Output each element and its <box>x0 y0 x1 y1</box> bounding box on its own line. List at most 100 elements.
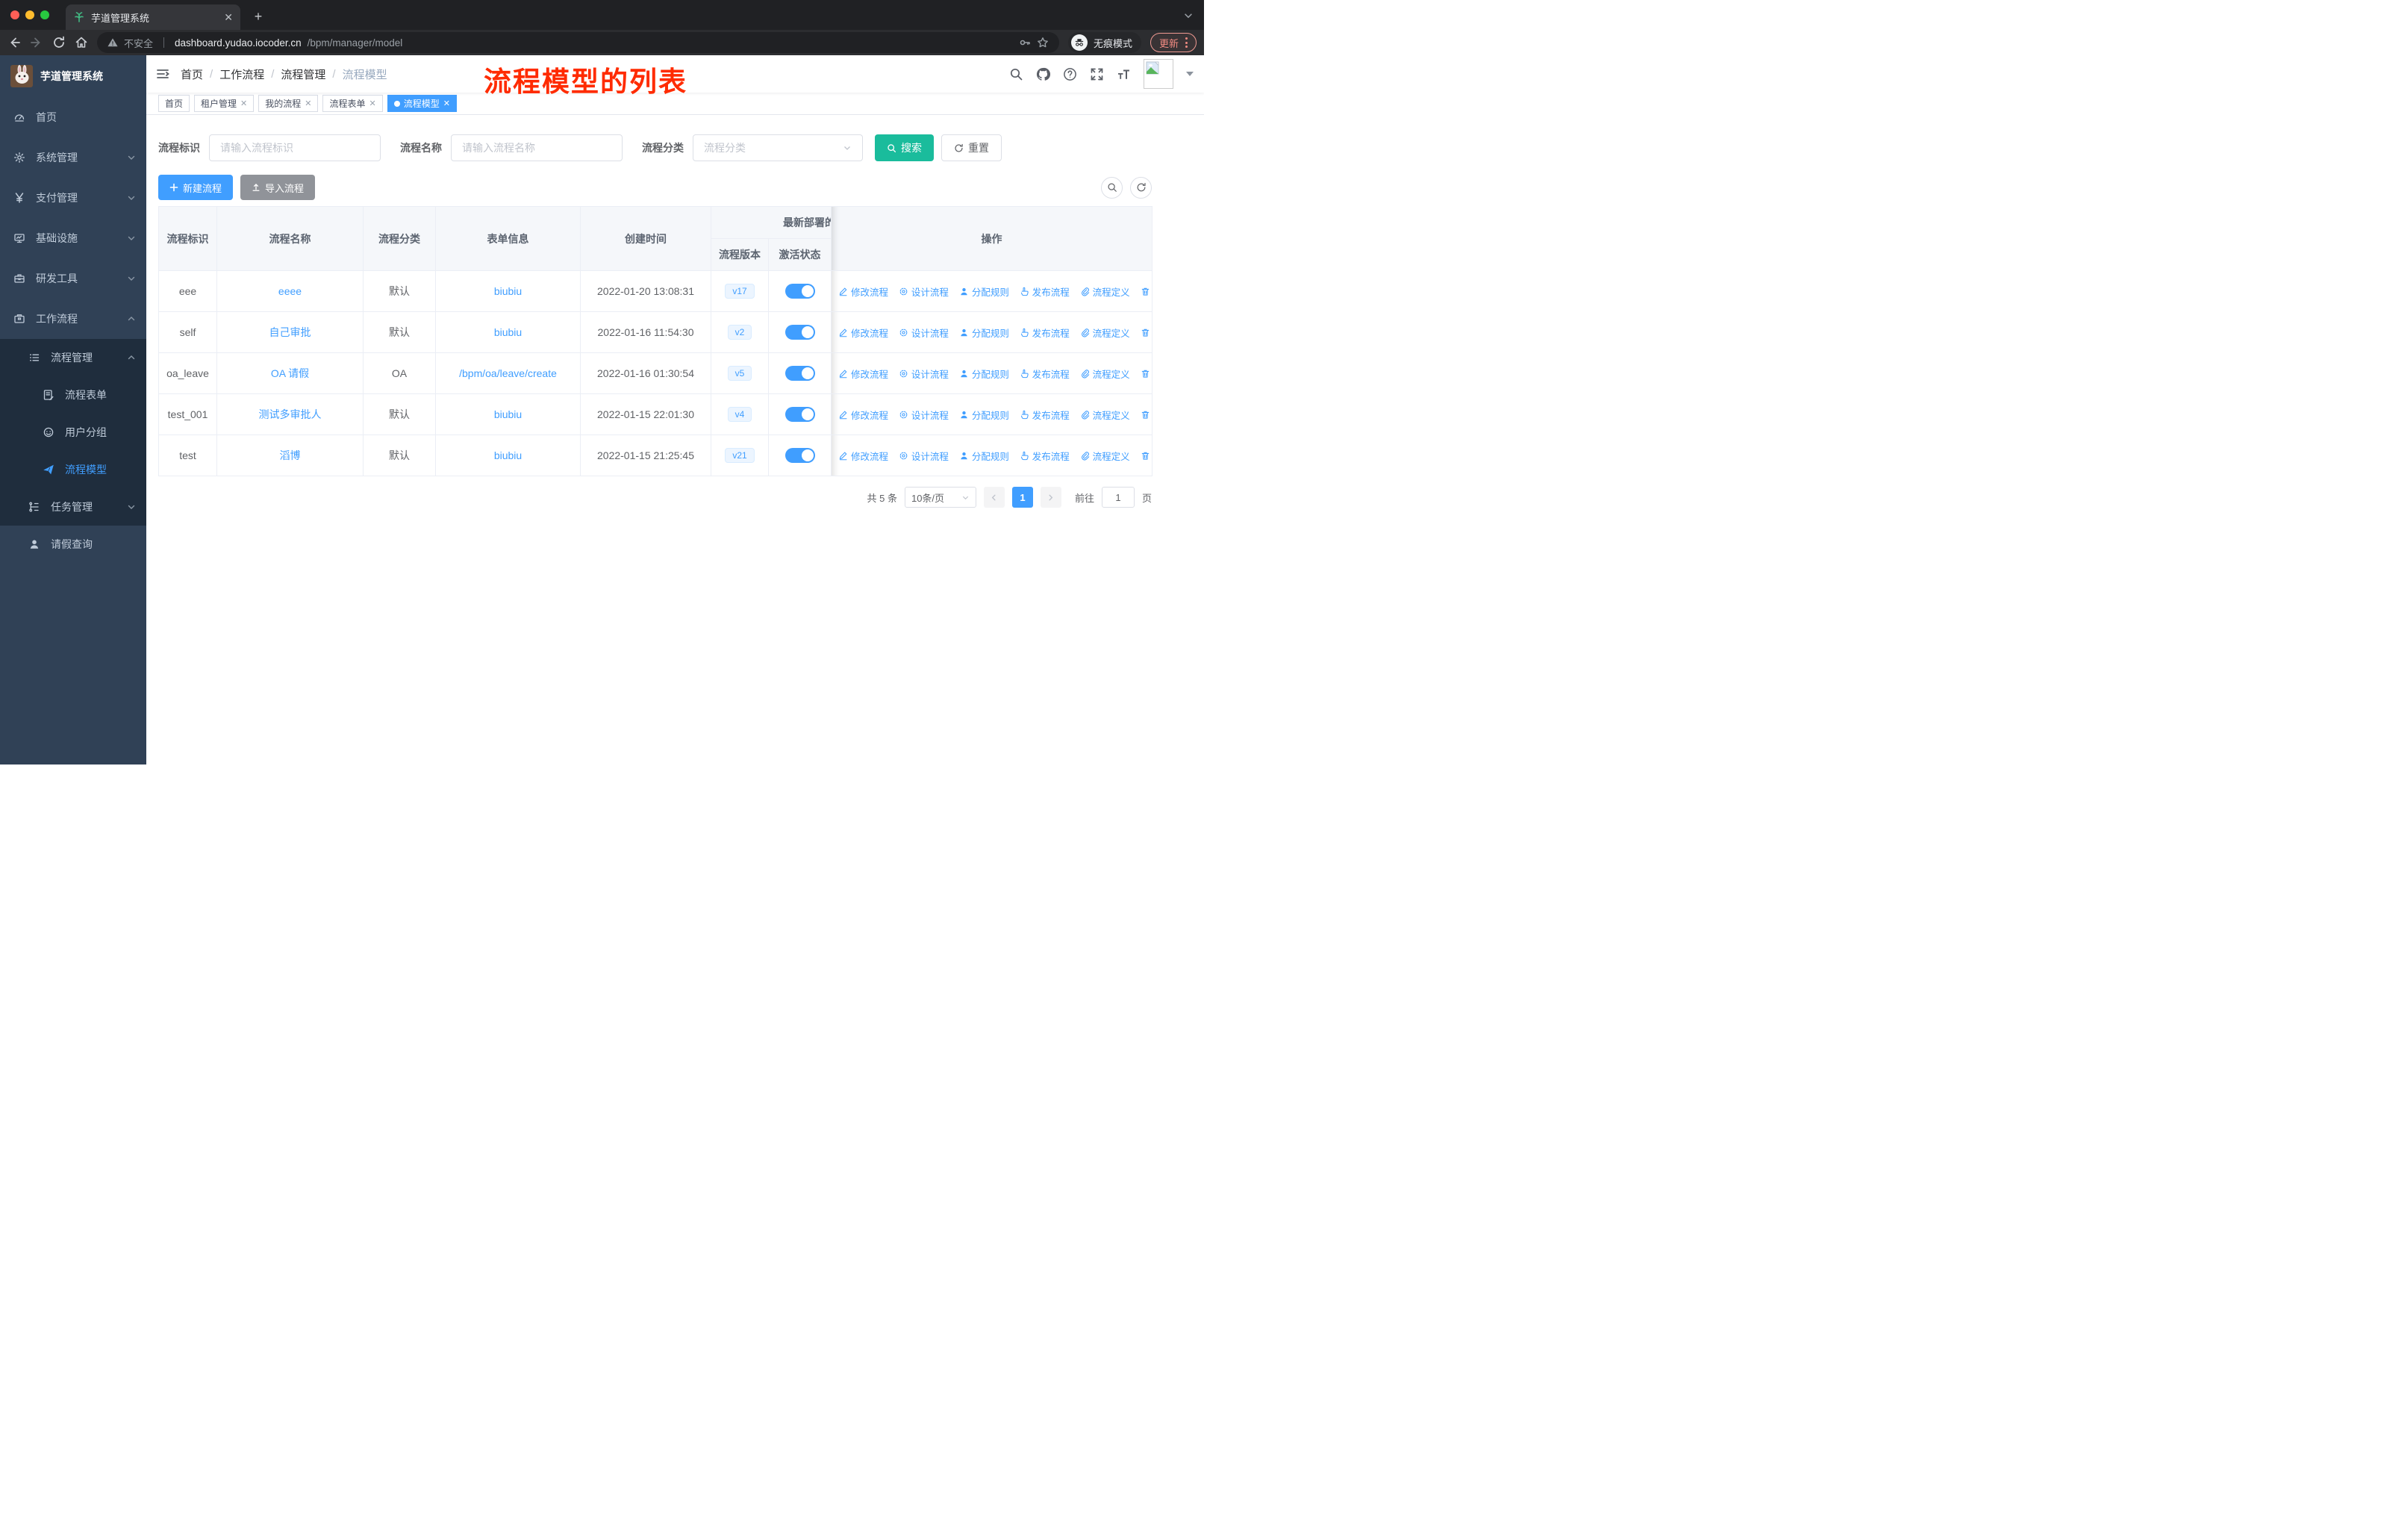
search-button[interactable]: 搜索 <box>875 134 934 161</box>
search-icon[interactable] <box>1009 67 1023 81</box>
address-bar[interactable]: 不安全 dashboard.yudao.iocoder.cn/bpm/manag… <box>97 32 1059 53</box>
avatar-caret-icon[interactable] <box>1186 72 1194 76</box>
tag-tenant[interactable]: 租户管理 ✕ <box>194 95 255 112</box>
page-size-select[interactable]: 10条/页 <box>904 487 976 508</box>
font-size-icon[interactable] <box>1117 67 1131 81</box>
zoom-window-button[interactable] <box>40 10 49 19</box>
tag-close-icon[interactable]: ✕ <box>305 99 311 108</box>
home-icon[interactable] <box>75 36 88 49</box>
delete-link[interactable]: 删除 <box>1141 284 1152 299</box>
browser-menu-icon[interactable] <box>1185 37 1188 48</box>
sidebar-item-task-mgmt[interactable]: 任务管理 <box>0 488 146 526</box>
bookmark-star-icon[interactable] <box>1037 37 1049 49</box>
assign-rule-link[interactable]: 分配规则 <box>959 367 1009 381</box>
fullscreen-icon[interactable] <box>1090 67 1104 81</box>
modify-process-link[interactable]: 修改流程 <box>838 284 888 299</box>
modify-process-link[interactable]: 修改流程 <box>838 326 888 340</box>
breadcrumb-process-mgmt[interactable]: 流程管理 <box>281 66 325 82</box>
assign-rule-link[interactable]: 分配规则 <box>959 284 1009 299</box>
modify-process-link[interactable]: 修改流程 <box>838 408 888 422</box>
filter-key-input[interactable] <box>209 134 381 161</box>
app-logo-row[interactable]: 芋道管理系统 <box>0 61 146 91</box>
next-page-button[interactable] <box>1040 487 1061 508</box>
process-name-link[interactable]: 自己审批 <box>269 326 311 338</box>
process-name-link[interactable]: 滔博 <box>280 449 301 461</box>
new-tab-button[interactable]: + <box>251 9 266 24</box>
modify-process-link[interactable]: 修改流程 <box>838 367 888 381</box>
sidebar-item-user-group[interactable]: 用户分组 <box>0 414 146 451</box>
reset-button[interactable]: 重置 <box>941 134 1002 161</box>
active-toggle[interactable] <box>785 284 815 299</box>
active-toggle[interactable] <box>785 366 815 381</box>
prev-page-button[interactable] <box>983 487 1005 508</box>
browser-tab[interactable]: 芋道管理系统 ✕ <box>66 4 240 30</box>
show-search-toggle-button[interactable] <box>1101 176 1123 199</box>
sidebar-item-process-form[interactable]: 流程表单 <box>0 376 146 414</box>
deploy-process-link[interactable]: 发布流程 <box>1020 367 1070 381</box>
active-toggle[interactable] <box>785 325 815 340</box>
design-process-link[interactable]: 设计流程 <box>899 326 949 340</box>
close-window-button[interactable] <box>10 10 19 19</box>
tag-process-form[interactable]: 流程表单 ✕ <box>322 95 383 112</box>
import-process-button[interactable]: 导入流程 <box>240 175 316 200</box>
process-definition-link[interactable]: 流程定义 <box>1080 284 1130 299</box>
form-info-link[interactable]: biubiu <box>494 408 522 420</box>
tag-close-icon[interactable]: ✕ <box>369 99 376 108</box>
design-process-link[interactable]: 设计流程 <box>899 449 949 463</box>
design-process-link[interactable]: 设计流程 <box>899 284 949 299</box>
tag-home[interactable]: 首页 <box>158 95 190 112</box>
forward-icon[interactable] <box>30 36 43 49</box>
form-info-link[interactable]: /bpm/oa/leave/create <box>459 367 557 379</box>
sidebar-item-process-mgmt[interactable]: 流程管理 <box>0 339 146 376</box>
tag-my-process[interactable]: 我的流程 ✕ <box>258 95 319 112</box>
refresh-table-button[interactable] <box>1130 176 1152 199</box>
process-name-link[interactable]: OA 请假 <box>271 367 309 379</box>
deploy-process-link[interactable]: 发布流程 <box>1020 449 1070 463</box>
breadcrumb-home[interactable]: 首页 <box>181 66 203 82</box>
form-info-link[interactable]: biubiu <box>494 285 522 297</box>
tab-search-chevron-icon[interactable] <box>1183 10 1194 21</box>
avatar[interactable] <box>1144 59 1173 89</box>
tag-close-icon[interactable]: ✕ <box>240 99 247 108</box>
deploy-process-link[interactable]: 发布流程 <box>1020 408 1070 422</box>
form-info-link[interactable]: biubiu <box>494 326 522 338</box>
sidebar-item-devtools[interactable]: 研发工具 <box>0 258 146 299</box>
sidebar-collapse-icon[interactable] <box>146 66 181 81</box>
sidebar-item-payment[interactable]: 支付管理 <box>0 178 146 218</box>
current-page-button[interactable]: 1 <box>1011 487 1033 508</box>
tag-close-icon[interactable]: ✕ <box>443 99 450 108</box>
goto-page-input[interactable] <box>1101 487 1135 508</box>
process-name-link[interactable]: 测试多审批人 <box>259 408 322 420</box>
process-name-link[interactable]: eeee <box>278 285 302 297</box>
active-toggle[interactable] <box>785 407 815 422</box>
browser-update-button[interactable]: 更新 <box>1150 33 1197 52</box>
key-icon[interactable] <box>1019 37 1031 49</box>
assign-rule-link[interactable]: 分配规则 <box>959 449 1009 463</box>
sidebar-item-home[interactable]: 首页 <box>0 97 146 137</box>
modify-process-link[interactable]: 修改流程 <box>838 449 888 463</box>
assign-rule-link[interactable]: 分配规则 <box>959 326 1009 340</box>
deploy-process-link[interactable]: 发布流程 <box>1020 326 1070 340</box>
deploy-process-link[interactable]: 发布流程 <box>1020 284 1070 299</box>
sidebar-item-process-model[interactable]: 流程模型 <box>0 451 146 488</box>
process-definition-link[interactable]: 流程定义 <box>1080 326 1130 340</box>
warning-icon[interactable] <box>107 37 118 48</box>
sidebar-item-workflow[interactable]: 工作流程 <box>0 299 146 339</box>
delete-link[interactable]: 删除 <box>1141 367 1152 381</box>
create-process-button[interactable]: 新建流程 <box>158 175 234 200</box>
delete-link[interactable]: 删除 <box>1141 449 1152 463</box>
sidebar-item-system[interactable]: 系统管理 <box>0 137 146 178</box>
reload-icon[interactable] <box>52 36 66 49</box>
filter-name-input[interactable] <box>451 134 623 161</box>
tab-close-icon[interactable]: ✕ <box>224 11 233 24</box>
delete-link[interactable]: 删除 <box>1141 408 1152 422</box>
design-process-link[interactable]: 设计流程 <box>899 408 949 422</box>
github-icon[interactable] <box>1036 67 1050 81</box>
minimize-window-button[interactable] <box>25 10 34 19</box>
form-info-link[interactable]: biubiu <box>494 449 522 461</box>
sidebar-item-leave-query[interactable]: 请假查询 <box>0 526 146 563</box>
back-icon[interactable] <box>7 36 21 49</box>
filter-category-select[interactable]: 流程分类 <box>693 134 863 161</box>
active-toggle[interactable] <box>785 448 815 463</box>
tag-process-model[interactable]: 流程模型 ✕ <box>387 95 457 112</box>
